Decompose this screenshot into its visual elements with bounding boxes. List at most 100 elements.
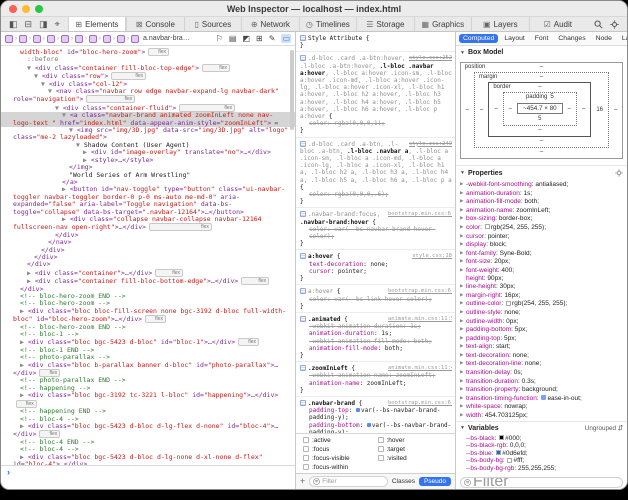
inspect-element-icon[interactable]: ⌖ — [55, 19, 60, 30]
collapsed-triangle-icon[interactable]: ▶ — [20, 391, 28, 399]
pseudo-toggle-active[interactable]: :active — [303, 437, 374, 444]
computed-property-row[interactable]: ▶animation-name: zoomInLeft; — [460, 206, 627, 215]
rule-source-link[interactable]: style.css:18 — [412, 253, 452, 260]
computed-property-row[interactable]: ▶-webkit-font-smoothing: antialiased; — [460, 180, 627, 189]
variables-grouping-select[interactable]: Ungrouped ⇵ — [585, 425, 623, 432]
css-variable-row[interactable]: --bs-blue: #0d6efd; — [460, 450, 627, 458]
breadcrumb-current-element[interactable]: a.navbar-bra… — [143, 35, 190, 42]
grid-overlay-icon[interactable]: ⊞ — [256, 34, 263, 43]
element-crumb-icon[interactable] — [117, 35, 125, 43]
computed-property-row[interactable]: ▶text-align: start; — [460, 342, 627, 351]
color-swatch[interactable] — [499, 435, 504, 440]
dom-tree-row[interactable]: <!-- bloc-1 --> — [1, 331, 295, 338]
tab-console[interactable]: ⊠Console — [126, 17, 183, 31]
pseudo-button[interactable]: Pseudo — [419, 477, 451, 486]
rule-source-link[interactable]: bootstrap.min.css:6:70478 — [388, 211, 452, 218]
layout-flex-badge[interactable]: flex — [241, 277, 269, 285]
color-swatch[interactable] — [496, 450, 501, 455]
tab-storage[interactable]: ☰Storage — [356, 17, 413, 31]
position-left-value[interactable]: – — [466, 107, 469, 113]
computed-property-row[interactable]: ▶margin-right: 16px; — [460, 291, 627, 300]
element-crumb-icon[interactable] — [131, 35, 139, 43]
computed-property-row[interactable]: ▶font-family: Syne-Bold; — [460, 249, 627, 258]
rule-selector[interactable]: .zoomInLeft — [308, 365, 348, 372]
content-size-value[interactable]: ~454.7 × 80 — [517, 103, 563, 114]
css-declaration[interactable]: cursor: pointer; — [300, 268, 452, 275]
computed-property-row[interactable]: ▶transition-property: background; — [460, 385, 627, 394]
rule-source-link[interactable]: bootstrap.min.css:6:70206 — [388, 400, 452, 407]
css-declaration[interactable]: animation-name: zoomInLeft; — [300, 380, 452, 387]
layout-flex-badge[interactable]: flex — [238, 338, 259, 346]
computed-property-row[interactable]: ▶transition-duration: 0.3s; — [460, 377, 627, 386]
tab-elements[interactable]: ⊞Elements — [68, 17, 126, 31]
computed-property-row[interactable]: ▶transition-timing-function: ease-in-out… — [460, 394, 627, 403]
properties-settings-icon[interactable] — [615, 169, 623, 177]
variables-header[interactable]: ▼ Variables Ungrouped ⇵ — [456, 421, 627, 434]
details-tab-font[interactable]: Font — [531, 34, 553, 43]
pseudo-toggle-target[interactable]: :target — [378, 446, 449, 453]
classes-button[interactable]: Classes — [392, 478, 415, 485]
rule-selector[interactable]: .navbar-brand — [308, 400, 355, 407]
margin-bottom-value[interactable]: – — [540, 137, 543, 146]
rule-selector[interactable]: a:hover — [308, 253, 333, 260]
details-tab-changes[interactable]: Changes — [554, 34, 589, 43]
position-right-value[interactable]: – — [614, 107, 617, 113]
css-declaration[interactable]: animation-duration: 1s; — [300, 330, 452, 337]
computed-property-row[interactable]: ▶outline-style: none; — [460, 308, 627, 317]
details-tab-node[interactable]: Node — [592, 34, 616, 43]
computed-property-row[interactable]: ▶padding-bottom: 5px; — [460, 325, 627, 334]
search-icon[interactable] — [594, 20, 603, 29]
computed-property-row[interactable]: ▶text-decoration: none; — [460, 351, 627, 360]
properties-header[interactable]: ▼ Properties — [456, 165, 627, 179]
flag-icon[interactable]: ⚐ — [216, 34, 223, 43]
rule-selector[interactable]: .navbar-brand:focus, — [308, 211, 380, 218]
computed-property-row[interactable]: ▶animation-duration: 1s; — [460, 189, 627, 198]
rule-source-link[interactable]: style.css:252 — [409, 55, 452, 62]
element-crumb-icon[interactable] — [75, 35, 83, 43]
border-left-value[interactable]: – — [494, 106, 497, 112]
pseudo-toggle-focus[interactable]: :focus — [303, 446, 374, 453]
border-top-value[interactable]: – — [538, 83, 541, 92]
rule-selector[interactable]: Style Attribute — [308, 35, 362, 42]
dom-tree-row[interactable]: ::before — [1, 56, 295, 63]
collapsed-triangle-icon[interactable]: ▶ — [20, 422, 28, 430]
dom-tree-row[interactable]: ▼ <img src="img/3D.jpg" data-src="img/3D… — [1, 127, 295, 142]
layout-flex-badge[interactable]: flex — [155, 269, 183, 277]
dom-tree-row[interactable]: ▼ <a class="navbar-brand animated zoomIn… — [1, 112, 295, 127]
css-declaration[interactable]: -webkit-animation-duration: 1s; — [300, 323, 452, 330]
border-bottom-value[interactable]: – — [538, 126, 541, 135]
dock-bottom-icon[interactable]: ⊟ — [25, 19, 33, 30]
layout-flex-badge[interactable]: flex — [86, 95, 135, 103]
css-variable-row[interactable]: --bs-black-rgb: 0,0,0; — [460, 442, 627, 450]
element-crumb-icon[interactable] — [5, 35, 13, 43]
force-appearance-icon[interactable]: ◩ — [242, 34, 250, 43]
dom-tree-row[interactable]: </div> — [1, 261, 295, 268]
rule-selector[interactable]: , .l-bloc a:hover .icon-sm, .l-bloc a:ho… — [300, 70, 452, 120]
computed-property-row[interactable]: ▶line-height: 30px; — [460, 282, 627, 291]
css-variable-row[interactable]: --bs-black: #000; — [460, 435, 627, 443]
computed-property-row[interactable]: ▶box-sizing: border-box; — [460, 214, 627, 223]
tab-layers[interactable]: ▣Layers — [471, 17, 528, 31]
color-swatch[interactable] — [506, 301, 511, 306]
device-settings-icon[interactable]: ▭ — [281, 34, 291, 43]
css-declaration[interactable]: color: var(--bs-link-hover-color); — [300, 296, 452, 303]
dom-tree-row[interactable]: ▶ <div class="bloc bgc-5423 d-bloc d-lg-… — [1, 423, 295, 439]
margin-left-value[interactable]: – — [480, 107, 483, 113]
expanded-triangle-icon[interactable]: ▼ — [48, 87, 56, 95]
dom-tree-row[interactable]: ▶ <div class="bloc bgc-5423 d-bloc d-lg-… — [1, 454, 295, 465]
css-declaration[interactable]: -webkit-animation-fill-mode: both; — [300, 338, 452, 345]
expanded-triangle-icon[interactable]: ▼ — [27, 64, 35, 72]
layout-flex-badge[interactable]: flex — [145, 315, 166, 323]
element-crumb-icon[interactable] — [61, 35, 69, 43]
collapsed-triangle-icon[interactable]: ▶ — [27, 269, 35, 277]
computed-property-row[interactable]: ▶cursor: pointer; — [460, 232, 627, 241]
computed-property-row[interactable]: ▶outline-width: 0px; — [460, 317, 627, 326]
undock-icon[interactable]: ◨ — [39, 19, 48, 30]
pseudo-toggle-focus-visible[interactable]: :focus-visible — [303, 455, 374, 462]
element-crumb-icon[interactable] — [33, 35, 41, 43]
rule-selector[interactable]: .animated — [308, 316, 341, 323]
dom-tree-row[interactable]: ▶ <div class="bloc bloc-fill-screen none… — [1, 308, 295, 324]
padding-left-value[interactable]: – — [509, 106, 512, 112]
details-tab-computed[interactable]: Computed — [459, 34, 498, 43]
dom-tree-row[interactable]: ▶ <div class="collapse navbar-collapse n… — [1, 216, 295, 232]
